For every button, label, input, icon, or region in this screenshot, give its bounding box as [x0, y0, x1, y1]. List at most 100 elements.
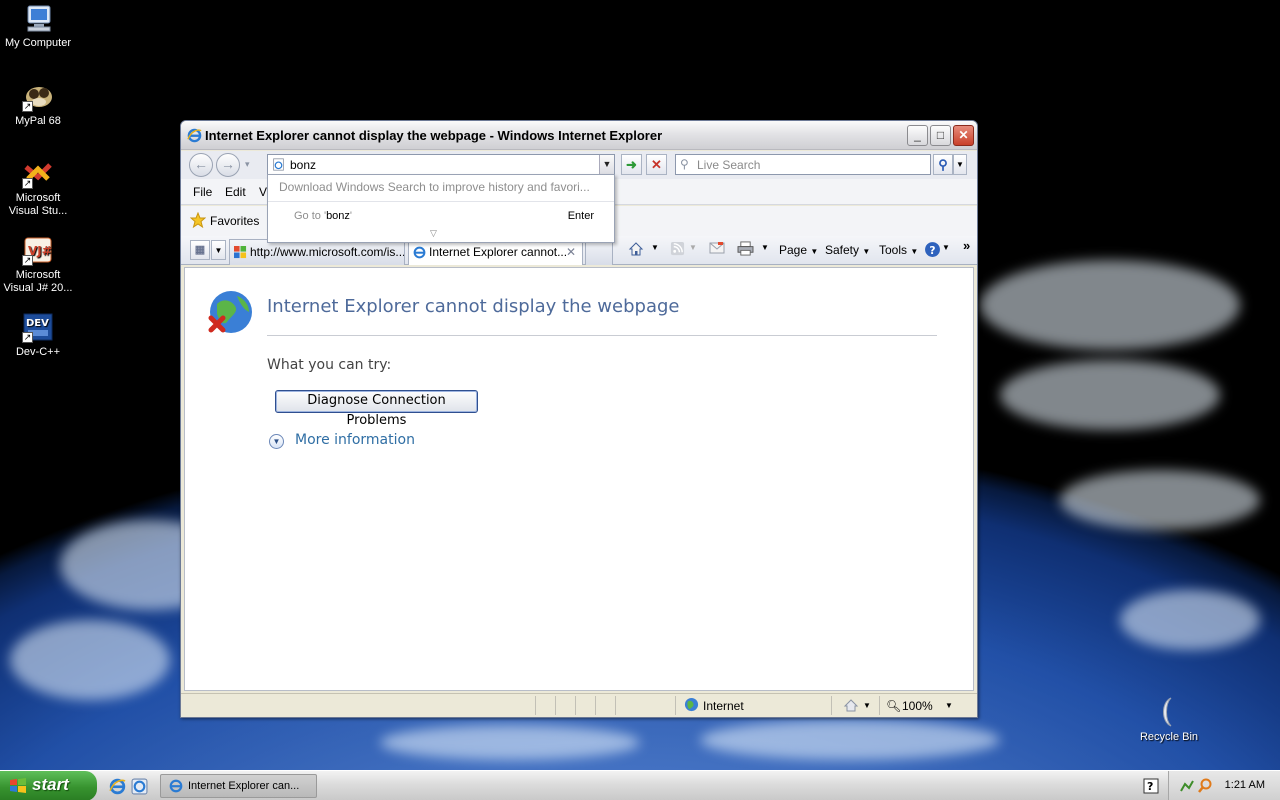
protected-mode-icon[interactable]	[843, 698, 859, 715]
page-menu-button[interactable]: Page ▼	[779, 243, 818, 257]
help-tray-icon[interactable]: ?	[1143, 778, 1159, 797]
desktop-icon-recycle-bin[interactable]: Recycle Bin	[1131, 696, 1207, 744]
favorites-button[interactable]: Favorites	[210, 214, 259, 228]
dropdown-divider	[268, 201, 614, 202]
quick-tabs-button[interactable]: ▦	[190, 240, 210, 260]
desktop-icon-label: Microsoft Visual Stu...	[8, 192, 68, 217]
forward-arrow-icon: →	[221, 156, 235, 172]
help-button[interactable]: ?	[924, 241, 941, 261]
menu-file[interactable]: File	[193, 185, 212, 199]
safety-menu-label: Safety	[825, 243, 860, 257]
what-you-can-try-text: What you can try:	[267, 357, 392, 373]
back-button[interactable]: ←	[189, 153, 213, 177]
search-button[interactable]: ⚲	[933, 154, 953, 175]
feeds-dropdown-icon[interactable]: ▼	[689, 243, 697, 252]
search-input[interactable]: Live Search	[697, 158, 760, 172]
go-arrow-icon: ➜	[626, 157, 637, 172]
tools-menu-button[interactable]: Tools ▼	[879, 243, 918, 257]
goto-prefix: Go to '	[294, 210, 327, 222]
taskbar-ie-icon	[169, 779, 183, 796]
taskbar-item-label: Internet Explorer can...	[188, 780, 300, 792]
zoom-dropdown-icon[interactable]: ▼	[945, 701, 953, 710]
dev-cpp-icon: DEV ↗	[22, 311, 54, 343]
status-bar: Internet ▼ 🔍︎ 100% ▼	[181, 693, 977, 717]
search-options-button[interactable]: ▼	[953, 154, 967, 175]
tab-label: http://www.microsoft.com/is...	[250, 245, 405, 259]
minimize-button[interactable]: _	[907, 125, 928, 146]
feeds-icon[interactable]	[670, 241, 685, 259]
stop-button[interactable]: ✕	[646, 154, 667, 175]
goto-term: bonz	[326, 210, 350, 222]
menu-edit[interactable]: Edit	[225, 185, 246, 199]
toolbar-overflow-icon[interactable]: »	[963, 238, 970, 253]
mypal-icon: ↗	[22, 80, 54, 112]
security-zone-label: Internet	[703, 699, 744, 713]
title-divider	[267, 335, 937, 336]
tab-list-button[interactable]: ▼	[211, 240, 226, 260]
chevron-down-icon: ▼	[214, 246, 223, 255]
safety-menu-button[interactable]: Safety ▼	[825, 243, 870, 257]
recent-pages-chevron-icon[interactable]: ▾	[245, 159, 250, 170]
search-box[interactable]: ⚲ Live Search	[675, 154, 931, 175]
address-autocomplete-dropdown: Download Windows Search to improve histo…	[267, 174, 615, 243]
clock[interactable]: 1:21 AM	[1225, 779, 1265, 791]
download-windows-search-link[interactable]: Download Windows Search to improve histo…	[279, 180, 590, 194]
desktop-icon-my-computer[interactable]: My Computer	[0, 2, 76, 50]
network-tray-icon[interactable]	[1179, 778, 1195, 797]
print-dropdown-icon[interactable]: ▼	[761, 243, 769, 252]
print-icon[interactable]	[737, 241, 754, 259]
desktop-icon-visual-jsharp[interactable]: VJ# ↗ Microsoft Visual J# 20...	[0, 234, 76, 295]
recycle-bin-icon	[1153, 696, 1185, 728]
go-button[interactable]: ➜	[621, 154, 642, 175]
desktop-icon-mypal[interactable]: ↗ MyPal 68	[0, 80, 76, 128]
diagnose-connection-button[interactable]: Diagnose Connection Problems	[275, 390, 478, 428]
desktop-icon-dev-cpp[interactable]: DEV ↗ Dev-C++	[0, 311, 76, 359]
zoom-level[interactable]: 100%	[902, 699, 933, 713]
address-input[interactable]: bonz	[290, 158, 316, 172]
quicklaunch-ie-icon[interactable]	[109, 778, 126, 798]
help-dropdown-icon[interactable]: ▼	[942, 243, 950, 252]
start-button[interactable]: start	[0, 771, 97, 800]
search-magnifier-icon: ⚲	[680, 157, 689, 171]
home-dropdown-icon[interactable]: ▼	[651, 243, 659, 252]
start-label: start	[32, 775, 69, 794]
windows-logo-icon	[234, 246, 247, 262]
maximize-button[interactable]: □	[930, 125, 951, 146]
quicklaunch-ie-alt-icon[interactable]	[131, 778, 148, 798]
taskbar-item-internet-explorer[interactable]: Internet Explorer can...	[160, 774, 317, 798]
search-tray-icon[interactable]	[1197, 778, 1213, 797]
svg-text:?: ?	[1147, 780, 1153, 793]
expand-dropdown-icon[interactable]: ▽	[430, 228, 437, 239]
visual-jsharp-icon: VJ# ↗	[22, 234, 54, 266]
ie-page-icon	[413, 246, 426, 262]
desktop-icon-visual-studio[interactable]: ↗ Microsoft Visual Stu...	[0, 157, 76, 218]
address-bar[interactable]: bonz ▼	[267, 154, 615, 175]
expand-chevron-icon[interactable]: ▼	[269, 434, 284, 449]
title-bar[interactable]: Internet Explorer cannot display the web…	[181, 121, 977, 150]
close-button[interactable]: ✕	[953, 125, 974, 146]
stop-x-icon: ✕	[651, 157, 662, 172]
desktop-icon-label: MyPal 68	[15, 115, 61, 127]
quick-tabs-grid-icon: ▦	[194, 244, 206, 256]
forward-button[interactable]: →	[216, 153, 240, 177]
desktop-icon-label: My Computer	[4, 37, 72, 49]
taskbar: start Internet Explorer can... ? 1:21 AM	[0, 770, 1280, 800]
page-menu-label: Page	[779, 243, 808, 257]
internet-zone-globe-icon	[684, 697, 699, 715]
ie-logo-icon	[187, 128, 202, 146]
chevron-down-icon: ▼	[602, 159, 612, 169]
chevron-down-icon: ▼	[956, 160, 964, 169]
svg-text:?: ?	[929, 244, 935, 257]
back-arrow-icon: ←	[194, 156, 208, 172]
address-dropdown-button[interactable]: ▼	[599, 155, 614, 174]
more-information-link[interactable]: More information	[295, 432, 415, 448]
mail-icon[interactable]	[709, 241, 725, 258]
error-title: Internet Explorer cannot display the web…	[267, 296, 680, 317]
goto-suggestion[interactable]: Go to 'bonz'	[294, 210, 352, 222]
favorites-star-icon	[189, 211, 207, 231]
protected-mode-dropdown-icon[interactable]: ▼	[863, 701, 871, 710]
chevron-down-icon: ▼	[910, 247, 919, 256]
home-icon[interactable]	[628, 241, 644, 260]
windows-flag-icon	[9, 777, 27, 795]
tab-close-icon[interactable]: ✕	[566, 245, 576, 259]
